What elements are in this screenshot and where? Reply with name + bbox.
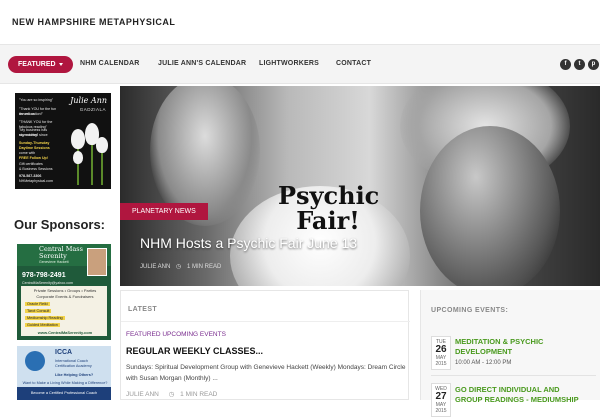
ad-band: Become a Certified Professional Coach — [17, 387, 111, 400]
hero-post-meta: JULIE ANN ◷ 1 MIN READ — [140, 263, 221, 270]
globe-icon — [25, 351, 45, 371]
julie-ann-ad-banner[interactable]: Julie Ann GADZIALA "You are so inspiring… — [15, 93, 111, 189]
event-title-line: DEVELOPMENT — [455, 347, 513, 356]
ad-email: NHMetaphysical.com — [19, 179, 53, 183]
tulip-graphic — [96, 137, 108, 153]
latest-heading: LATEST — [128, 306, 158, 313]
nav-featured-label: FEATURED — [18, 61, 56, 68]
ad-band-text: Become a Certified Professional Coach — [30, 391, 98, 395]
ad-signature: Julie Ann — [70, 96, 107, 105]
event-time: 10:00 AM - 12:00 PM — [455, 360, 512, 366]
event-day-number: 26 — [435, 344, 447, 355]
ad-promo: Sunday-Thursday — [19, 141, 50, 145]
ad-promo: FREE Follow Up! — [19, 156, 48, 160]
divider — [121, 321, 410, 322]
nav-item-lightworkers[interactable]: LIGHTWORKERS — [259, 60, 319, 67]
ad-promo: & Business Sessions — [19, 167, 53, 171]
event-day-number: 27 — [435, 391, 447, 402]
ad-email: CentralMaSerenity@yahoo.com — [22, 281, 73, 285]
poster-text-line: Fair! — [296, 206, 360, 235]
hero-read-time: 1 MIN READ — [186, 264, 222, 270]
ad-quote: "You are so inspiring" — [19, 98, 53, 102]
tulip-graphic — [71, 129, 85, 149]
latest-posts-widget: LATEST FEATURED UPCOMING EVENTS REGULAR … — [120, 290, 410, 400]
hero-poster-text: Psychic Fair! — [278, 181, 380, 235]
ad-line: International Coach — [55, 359, 88, 363]
ad-line: Like Helping Others? — [55, 373, 94, 377]
post-excerpt: Sundays: Spiritual Development Group wit… — [126, 364, 406, 382]
event-title-line: GO DIRECT INDIVIDUAL AND — [455, 385, 560, 394]
ad-service-item: Guided Meditation — [25, 323, 60, 327]
ad-line: Certification Academy — [55, 364, 92, 368]
post-meta: JULIE ANN ◷ 1 MIN READ — [126, 390, 217, 398]
site-header: NEW HAMPSHIRE METAPHYSICAL — [0, 0, 600, 44]
ad-owner-name: Genevieve Hackett — [39, 260, 69, 264]
ad-phone: 978-587-3306 — [19, 174, 42, 178]
nav-item-julie-anns-calendar[interactable]: JULIE ANN'S CALENDAR — [158, 60, 246, 67]
event-date-badge: TUE 26 MAY 2015 — [431, 336, 451, 370]
ad-tagline: Want to Make a Living While Making a Dif… — [22, 381, 108, 385]
post-read-time: 1 MIN READ — [180, 391, 218, 398]
events-heading: UPCOMING EVENTS: — [431, 307, 509, 314]
chevron-down-icon — [58, 62, 63, 66]
ad-service-item: Tarot Consult — [25, 309, 52, 313]
ad-body: Private Sessions • Groups • Parties Corp… — [21, 286, 107, 336]
hero-figure-shape — [420, 126, 560, 286]
ad-service-item: Oracle Reiki — [25, 302, 50, 306]
ad-url: www.CentralMaSerenity.com — [37, 330, 93, 335]
tulip-graphic — [73, 151, 83, 164]
ad-photo — [87, 248, 107, 276]
event-title[interactable]: MEDITATION & PSYCHIC DEVELOPMENT — [455, 337, 595, 357]
nav-item-contact[interactable]: CONTACT — [336, 60, 371, 67]
divider — [431, 375, 596, 376]
sponsors-heading: Our Sponsors: — [14, 217, 106, 232]
event-title[interactable]: GO DIRECT INDIVIDUAL AND GROUP READINGS -… — [455, 385, 595, 405]
twitter-icon[interactable]: t — [574, 59, 585, 70]
featured-hero-slide[interactable]: Psychic Fair! PLANETARY NEWS NHM Hosts a … — [120, 86, 600, 286]
nav-featured-button[interactable]: FEATURED — [8, 56, 73, 73]
pinterest-icon[interactable]: p — [588, 59, 599, 70]
ad-phone: 978-798-2491 — [22, 272, 66, 279]
event-year: 2015 — [435, 408, 447, 414]
post-author[interactable]: JULIE ANN — [126, 391, 159, 398]
ad-signature-sub: GADZIALA — [79, 107, 106, 112]
ad-business-name: Central Mass Serenity — [39, 246, 83, 260]
ad-quote: my reading" — [19, 133, 39, 137]
ad-quote: the education!" — [19, 112, 43, 116]
ad-promo: come with — [19, 151, 36, 155]
central-mass-serenity-ad[interactable]: Central Mass Serenity Genevieve Hackett 9… — [17, 244, 111, 340]
tulip-stem-graphic — [91, 143, 93, 185]
event-title-line: MEDITATION & PSYCHIC — [455, 337, 544, 346]
site-title[interactable]: NEW HAMPSHIRE METAPHYSICAL — [12, 17, 175, 27]
hero-author[interactable]: JULIE ANN — [140, 264, 170, 270]
icca-ad[interactable]: ICCA International Coach Certification A… — [17, 346, 111, 400]
post-categories[interactable]: FEATURED UPCOMING EVENTS — [126, 331, 226, 338]
tulip-stem-graphic — [101, 149, 103, 185]
event-title-line: GROUP READINGS - MEDIUMSHIP — [455, 395, 579, 404]
ad-promo: Gift certificates — [19, 162, 43, 166]
poster-text-line: Psychic — [278, 181, 380, 210]
ad-badge: ICCA — [55, 349, 73, 356]
clock-icon: ◷ — [176, 264, 182, 270]
event-date-badge: WED 27 MAY 2015 — [431, 383, 451, 417]
ad-body-line: Corporate Events & Fundraisers — [36, 294, 94, 299]
ad-service-item: Mediumship Reading — [25, 316, 65, 320]
upcoming-events-widget: UPCOMING EVENTS: TUE 26 MAY 2015 MEDITAT… — [420, 290, 600, 417]
event-year: 2015 — [435, 361, 447, 367]
ad-name-line: Serenity — [39, 252, 67, 260]
main-navigation: FEATURED NHM CALENDAR JULIE ANN'S CALEND… — [0, 44, 600, 84]
nav-item-nhm-calendar[interactable]: NHM CALENDAR — [80, 60, 140, 67]
post-title[interactable]: REGULAR WEEKLY CLASSES... — [126, 346, 263, 356]
clock-icon: ◷ — [168, 391, 175, 398]
hero-category-tag[interactable]: PLANETARY NEWS — [120, 203, 208, 220]
ad-promo: Daytime Sessions — [19, 146, 50, 150]
hero-post-title[interactable]: NHM Hosts a Psychic Fair June 13 — [140, 235, 357, 251]
ad-body-line: Private Sessions • Groups • Parties — [33, 288, 97, 293]
facebook-icon[interactable]: f — [560, 59, 571, 70]
